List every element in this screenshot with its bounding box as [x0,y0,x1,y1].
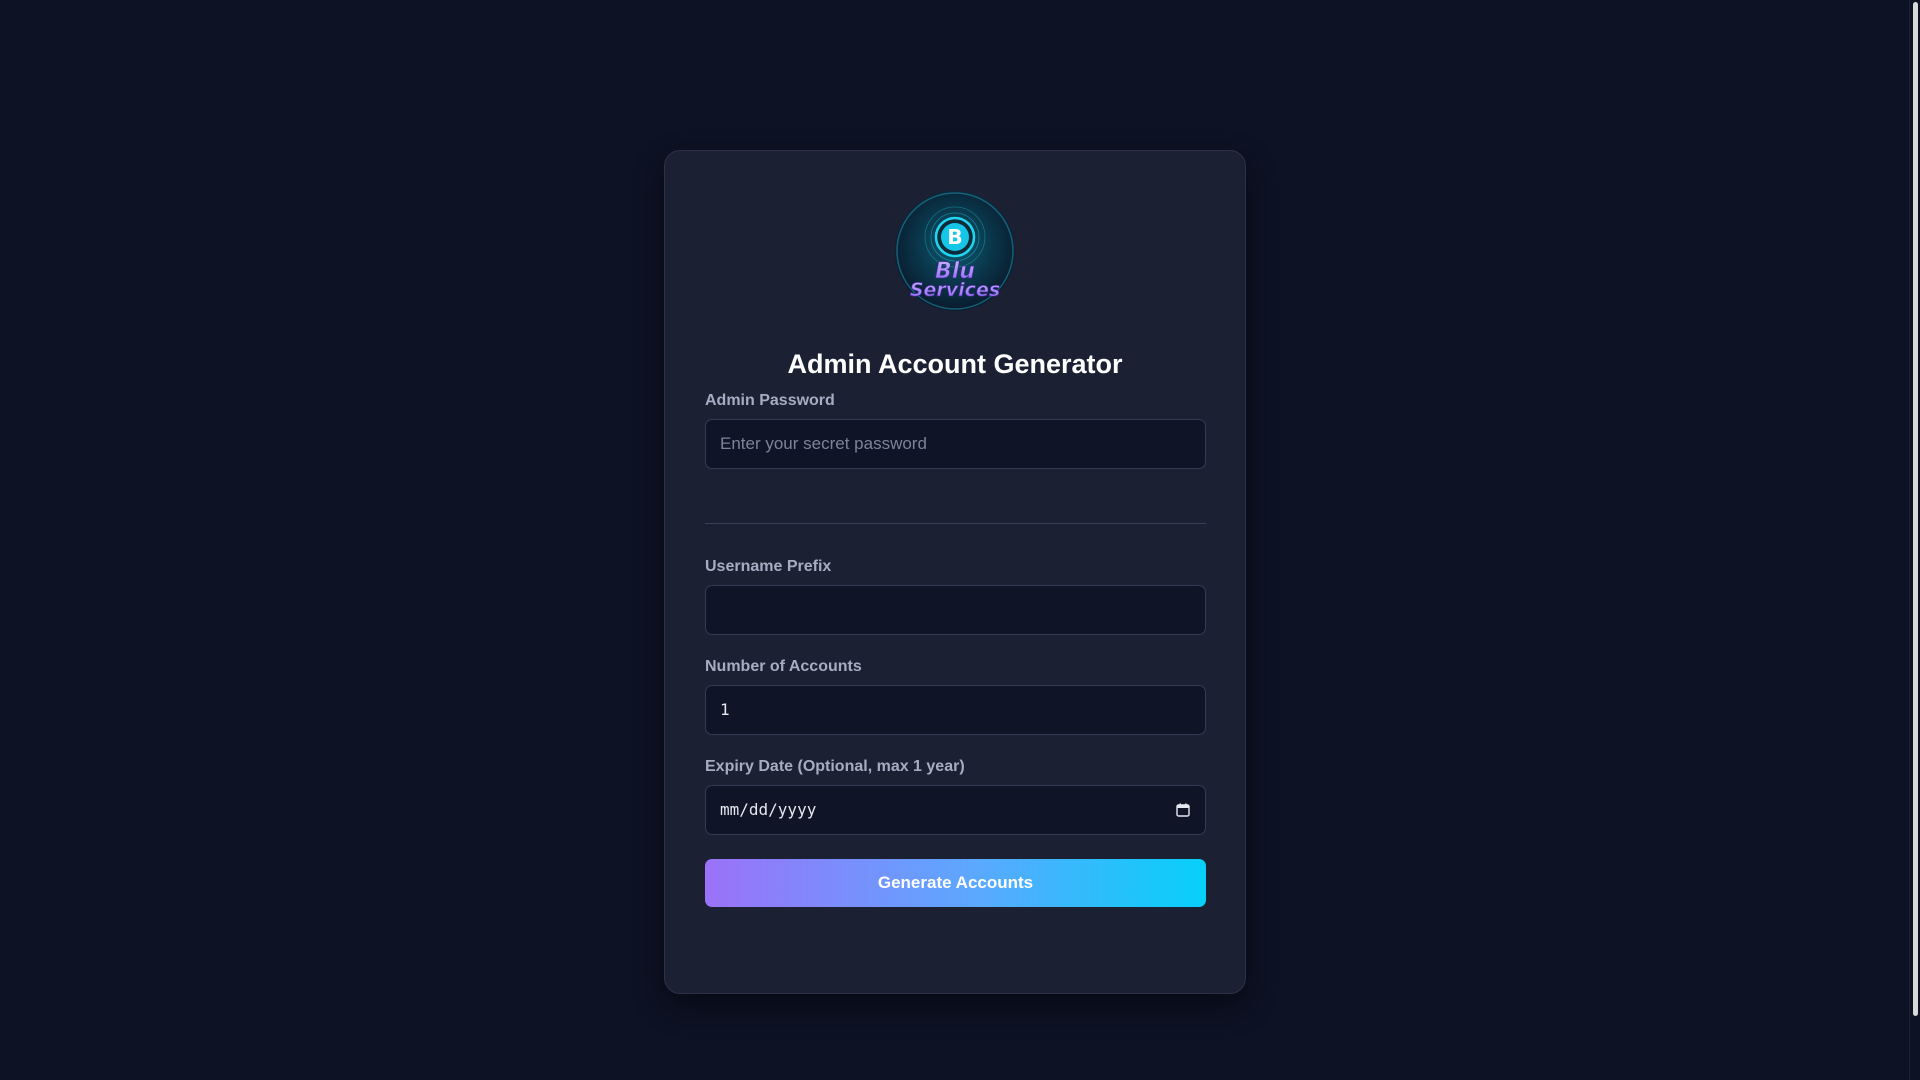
username-prefix-label: Username Prefix [705,558,832,575]
admin-password-input[interactable] [705,419,1206,469]
page: B Blu Services Admin Account Generator A… [0,0,1920,1080]
page-title: Admin Account Generator [787,349,1123,379]
calendar-icon[interactable] [1176,803,1190,817]
number-of-accounts-input[interactable]: 1 [705,685,1206,735]
logo-letter: B [947,225,962,249]
blu-services-logo: B Blu Services [895,191,1015,311]
account-generator-card: B Blu Services Admin Account Generator A… [664,150,1246,994]
expiry-date-placeholder: mm/dd/yyyy [720,800,817,819]
generate-accounts-button[interactable]: Generate Accounts [705,859,1206,907]
expiry-date-label: Expiry Date (Optional, max 1 year) [705,758,965,775]
number-of-accounts-label: Number of Accounts [705,658,862,675]
username-prefix-input[interactable] [705,585,1206,635]
scrollbar-thumb[interactable] [1913,2,1918,1016]
logo-text-line2: Services [910,279,1000,301]
expiry-date-input[interactable]: mm/dd/yyyy [705,785,1206,835]
section-divider [705,523,1206,524]
admin-password-label: Admin Password [705,392,835,409]
vertical-scrollbar[interactable] [1909,0,1920,1080]
number-of-accounts-value: 1 [720,700,730,719]
